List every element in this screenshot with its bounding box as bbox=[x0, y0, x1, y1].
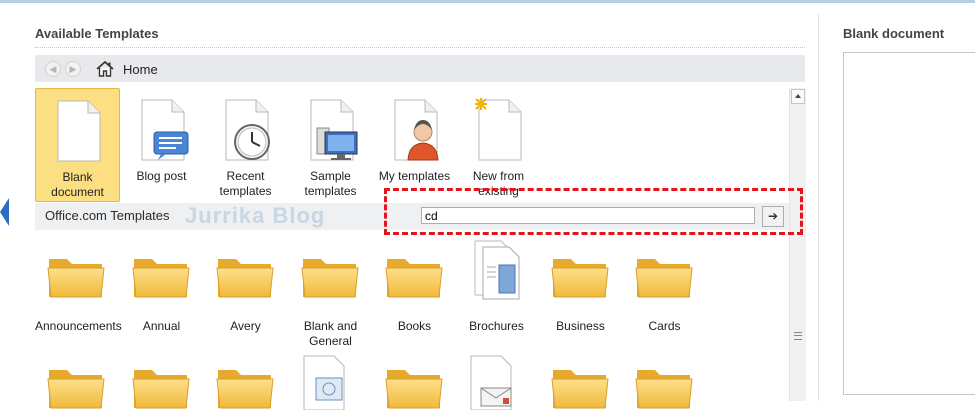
template-label: Sample templates bbox=[304, 169, 357, 198]
watermark: Jurrika Blog bbox=[185, 203, 326, 228]
category-annual[interactable]: Annual bbox=[120, 247, 203, 357]
folder-icon[interactable] bbox=[216, 362, 274, 410]
divider bbox=[35, 47, 805, 48]
blank-document-icon bbox=[50, 99, 106, 163]
preview-title: Blank document bbox=[843, 26, 945, 41]
category-label: Brochures bbox=[469, 319, 524, 333]
new-from-existing-icon bbox=[475, 98, 527, 162]
category-books[interactable]: Books bbox=[373, 247, 456, 357]
template-label: Blank document bbox=[51, 170, 104, 199]
folder-icon bbox=[551, 251, 609, 299]
window-top-border bbox=[0, 0, 975, 3]
category-brochures[interactable]: Brochures bbox=[455, 240, 538, 357]
vertical-scrollbar[interactable] bbox=[789, 88, 806, 401]
category-label: Annual bbox=[142, 319, 181, 333]
my-templates-icon bbox=[387, 98, 439, 161]
folder-icon[interactable] bbox=[551, 362, 609, 410]
scroll-grip-icon[interactable] bbox=[794, 332, 802, 340]
folder-icon bbox=[47, 251, 105, 299]
category-business[interactable]: Business bbox=[539, 247, 622, 357]
office-templates-label: Office.com Templates bbox=[45, 208, 170, 223]
folder-icon[interactable] bbox=[47, 362, 105, 410]
breadcrumb-home[interactable]: Home bbox=[123, 62, 158, 77]
folder-icon[interactable] bbox=[132, 362, 190, 410]
folder-icon[interactable] bbox=[385, 362, 443, 410]
home-icon[interactable] bbox=[96, 60, 114, 78]
forward-arrow-icon[interactable]: ▶ bbox=[65, 61, 81, 77]
category-label: Business bbox=[556, 319, 605, 333]
template-recent-templates[interactable]: Recent templates bbox=[204, 88, 287, 200]
scroll-up-icon[interactable] bbox=[791, 89, 805, 104]
brochure-icon bbox=[474, 240, 520, 300]
back-arrow-icon[interactable]: ◀ bbox=[45, 61, 61, 77]
category-label: Books bbox=[397, 319, 432, 333]
template-label: My templates bbox=[378, 169, 451, 183]
category-blank-and-general[interactable]: Blank and General bbox=[289, 247, 372, 357]
template-label: Recent templates bbox=[219, 169, 272, 198]
category-label: Announcements bbox=[35, 319, 122, 333]
recent-templates-icon bbox=[218, 98, 270, 162]
panel-title: Available Templates bbox=[35, 26, 159, 41]
category-label: Blank and General bbox=[303, 319, 358, 348]
category-avery[interactable]: Avery bbox=[204, 247, 287, 357]
calendar-icon[interactable] bbox=[300, 354, 350, 410]
collapse-arrow-icon[interactable] bbox=[0, 198, 9, 226]
category-label: Cards bbox=[648, 319, 681, 333]
template-label: Blog post bbox=[136, 169, 187, 183]
nav-bar: ◀ ▶ Home bbox=[35, 55, 805, 82]
envelope-icon[interactable] bbox=[467, 354, 517, 410]
category-cards[interactable]: Cards bbox=[623, 247, 706, 357]
category-label: Avery bbox=[230, 319, 261, 333]
folder-icon[interactable] bbox=[635, 362, 693, 410]
template-blog-post[interactable]: Blog post bbox=[120, 88, 203, 200]
blog-post-icon bbox=[134, 98, 189, 162]
template-sample-templates[interactable]: Sample templates bbox=[289, 88, 372, 200]
template-my-templates[interactable]: My templates bbox=[373, 88, 456, 200]
pane-separator bbox=[818, 14, 819, 401]
sample-templates-icon bbox=[303, 98, 358, 162]
folder-icon bbox=[635, 251, 693, 299]
folder-icon bbox=[132, 251, 190, 299]
template-blank-document[interactable]: Blank document bbox=[35, 88, 120, 202]
template-new-from-existing[interactable]: New from existing bbox=[457, 88, 540, 200]
highlight-annotation bbox=[384, 188, 803, 235]
category-announcements[interactable]: Announcements bbox=[35, 247, 122, 357]
folder-icon bbox=[216, 251, 274, 299]
preview-pane bbox=[843, 52, 975, 395]
folder-icon bbox=[301, 251, 359, 299]
folder-icon bbox=[385, 251, 443, 299]
